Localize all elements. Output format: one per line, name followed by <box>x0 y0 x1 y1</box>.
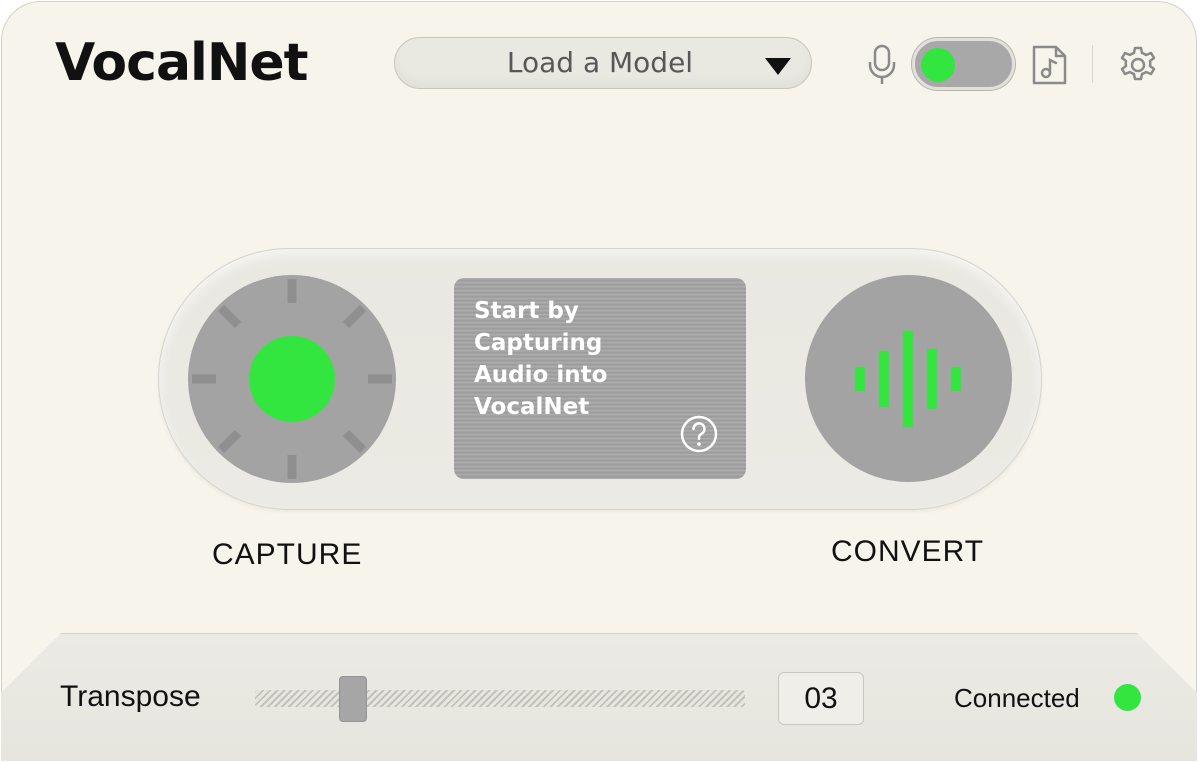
gear-icon[interactable] <box>1117 44 1159 86</box>
transpose-label: Transpose <box>60 680 201 713</box>
microphone-icon <box>868 44 896 84</box>
message-display: Start by Capturing Audio into VocalNet <box>454 278 746 479</box>
question-mark-icon[interactable] <box>679 414 719 454</box>
capture-indicator <box>249 336 335 422</box>
input-toggle[interactable] <box>912 38 1015 90</box>
transpose-slider[interactable] <box>255 676 745 722</box>
model-select-label: Load a Model <box>506 46 694 79</box>
waveform-icon <box>855 331 961 427</box>
app-title: VocalNet <box>55 33 309 93</box>
transpose-value-field[interactable]: 03 <box>778 672 864 725</box>
status-indicator <box>1114 684 1141 711</box>
header-divider <box>1092 45 1093 83</box>
capture-label: CAPTURE <box>212 538 363 571</box>
connection-status: Connected <box>954 683 1080 713</box>
capture-knob[interactable] <box>188 275 396 483</box>
convert-label: CONVERT <box>831 535 985 568</box>
toggle-knob <box>921 48 955 82</box>
transpose-slider-thumb[interactable] <box>339 676 367 722</box>
model-select-dropdown[interactable]: Load a Model <box>394 37 812 89</box>
display-message: Start by Capturing Audio into VocalNet <box>474 298 608 420</box>
caret-down-icon <box>765 58 791 75</box>
convert-button[interactable] <box>805 275 1012 482</box>
music-file-icon[interactable] <box>1030 44 1068 86</box>
